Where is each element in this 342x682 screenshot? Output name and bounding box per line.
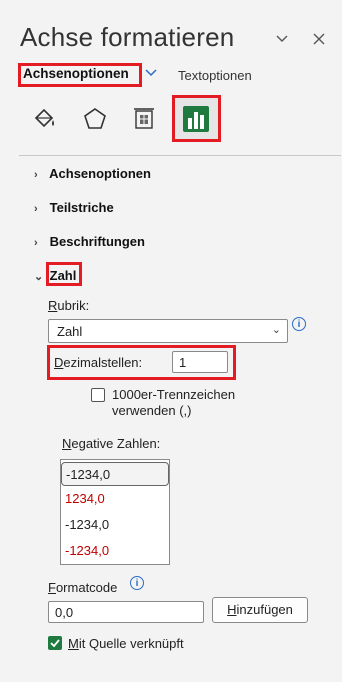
format-code-label: Formatcode <box>48 580 118 595</box>
chevron-down-icon[interactable] <box>145 67 157 82</box>
section-label: Achsenoptionen <box>49 166 151 181</box>
section-axis-options[interactable]: › Achsenoptionen <box>34 166 151 181</box>
chevron-right-icon: › <box>34 237 38 249</box>
effects-icon[interactable] <box>82 106 108 132</box>
thousands-separator-label: 1000er-Trennzeichen verwenden (,) <box>112 387 235 419</box>
linked-to-source-checkbox[interactable] <box>48 636 62 650</box>
thousands-label-line2: verwenden (,) <box>112 403 192 418</box>
pane-title: Achse formatieren <box>20 22 235 52</box>
category-label: Rubrik: <box>48 298 90 313</box>
axis-options-icon[interactable] <box>181 104 211 134</box>
fill-line-icon[interactable] <box>31 106 57 132</box>
chevron-down-icon: ⌄ <box>34 271 44 283</box>
add-button[interactable]: Hinzufügen <box>212 597 308 623</box>
chevron-right-icon: › <box>34 169 38 181</box>
chevron-right-icon: › <box>34 203 38 215</box>
format-code-input[interactable]: 0,0 <box>48 601 204 623</box>
decimals-input[interactable]: 1 <box>172 351 228 373</box>
tab-text-options[interactable]: Textoptionen <box>178 68 252 83</box>
category-value: Zahl <box>57 324 83 339</box>
list-item[interactable]: -1234,0 <box>61 539 169 563</box>
chevron-down-icon: ⌄ <box>271 324 281 336</box>
category-select[interactable]: Zahl ⌄ <box>48 319 288 343</box>
info-icon[interactable]: i <box>130 576 144 590</box>
section-label: Beschriftungen <box>49 234 145 249</box>
thousands-separator-checkbox[interactable] <box>91 388 105 402</box>
section-label: Zahl <box>49 268 77 283</box>
section-label: Teilstriche <box>49 200 114 215</box>
list-item[interactable]: -1234,0 <box>61 462 169 486</box>
tab-axis-options[interactable]: Achsenoptionen <box>23 66 129 81</box>
format-axis-pane: Achse formatieren Achsenoptionen Textopt… <box>0 0 342 682</box>
close-icon[interactable] <box>312 30 326 51</box>
chevron-down-icon[interactable] <box>275 30 289 51</box>
negative-numbers-label: Negative Zahlen: <box>62 436 161 451</box>
negative-numbers-list[interactable]: -1234,0 1234,0 -1234,0 -1234,0 <box>60 459 170 565</box>
list-item[interactable]: -1234,0 <box>61 513 169 537</box>
linked-to-source-label: Mit Quelle verknüpft <box>68 636 184 651</box>
divider <box>19 155 341 156</box>
section-number[interactable]: ⌄ Zahl <box>34 268 76 283</box>
decimals-label: Dezimalstellen: <box>54 355 143 370</box>
thousands-label-line1: 1000er-Trennzeichen <box>112 387 236 402</box>
list-item[interactable]: 1234,0 <box>61 487 169 511</box>
section-labels[interactable]: › Beschriftungen <box>34 234 145 249</box>
info-icon[interactable]: i <box>292 317 306 331</box>
section-tick-marks[interactable]: › Teilstriche <box>34 200 114 215</box>
size-properties-icon[interactable] <box>131 106 157 132</box>
